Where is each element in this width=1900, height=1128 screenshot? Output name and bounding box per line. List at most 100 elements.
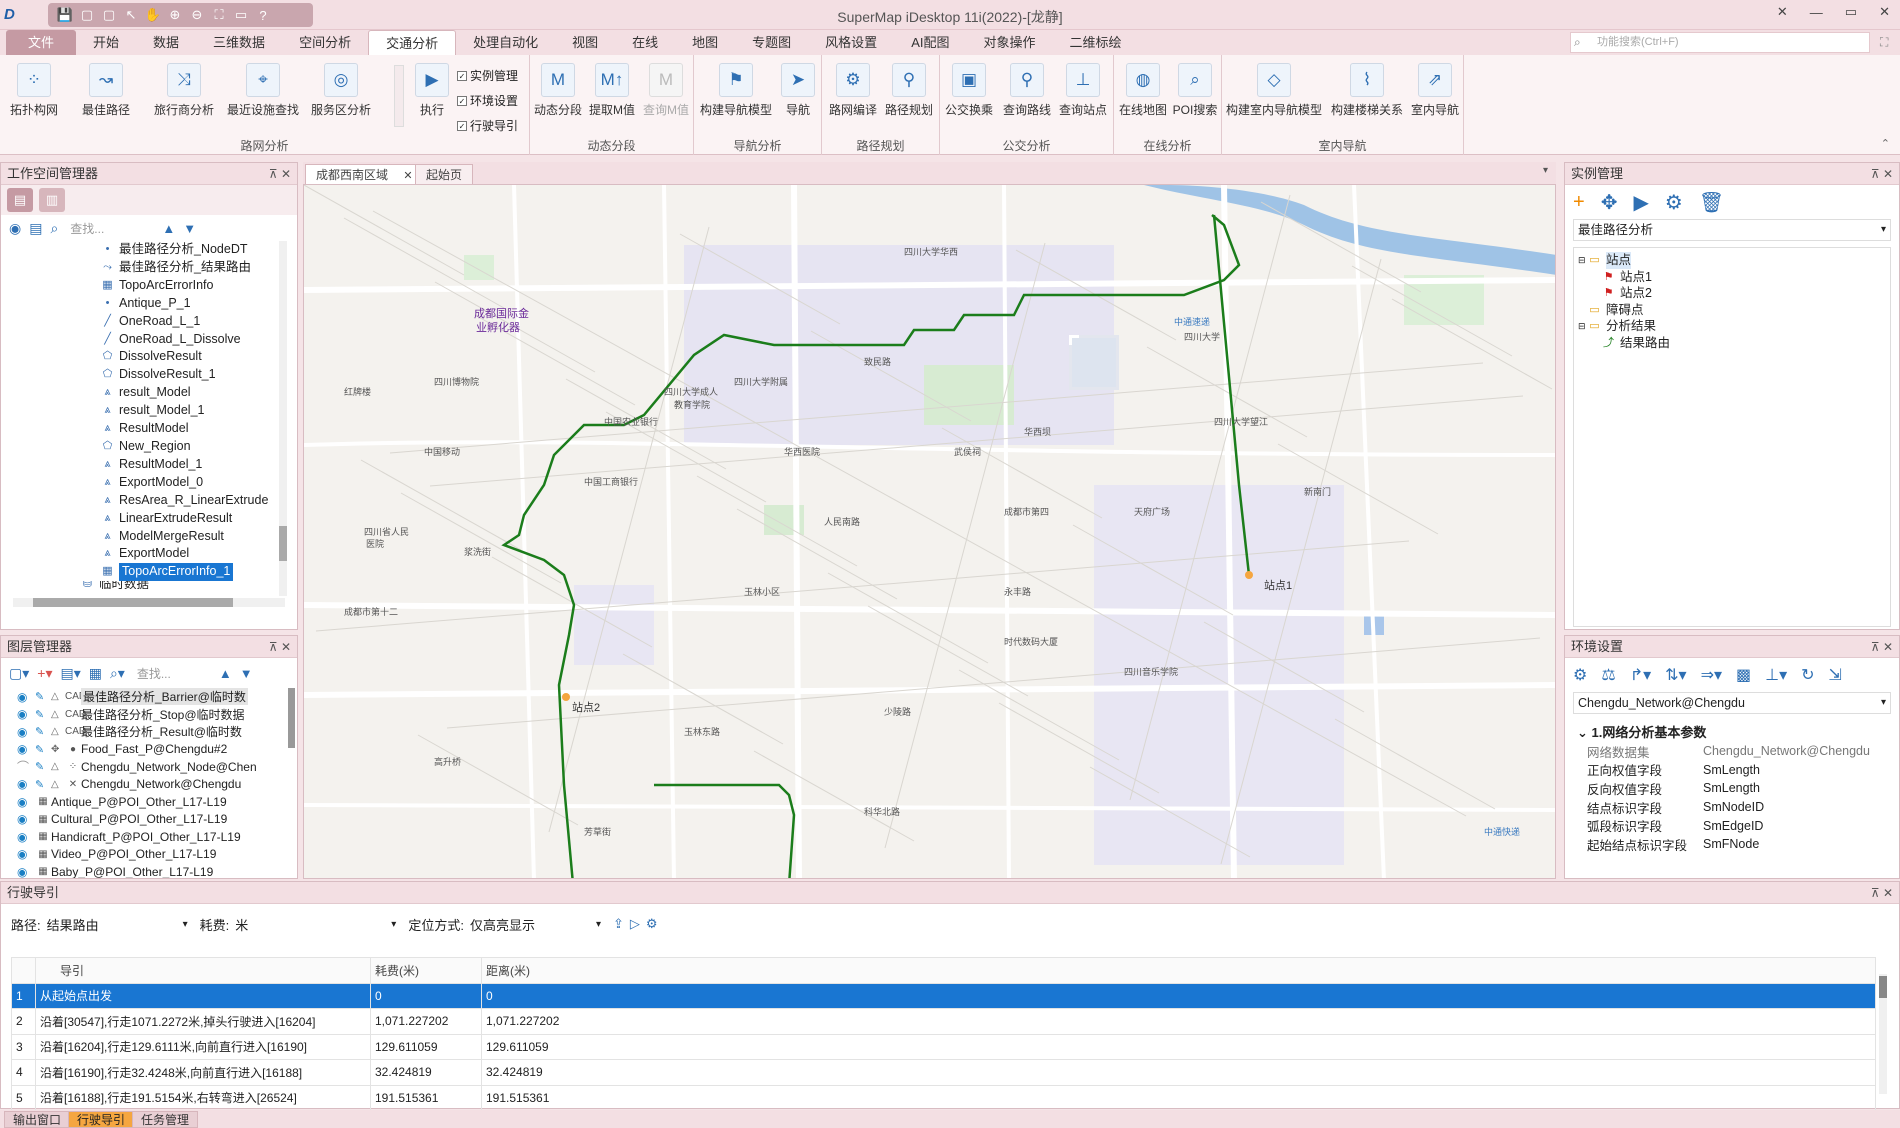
tree-item-barriers[interactable]: ▭ 障碍点	[1578, 302, 1890, 319]
delete-icon[interactable]: 🗑	[1699, 190, 1724, 215]
layer-row[interactable]: ⌒ ✎ △ ⁘ Chengdu_Network_Node@Chen	[1, 758, 297, 776]
add-icon[interactable]: +	[1573, 191, 1585, 214]
menu-style[interactable]: 风格设置	[808, 30, 894, 55]
run-icon[interactable]: ▶	[1633, 190, 1648, 215]
query-stop-button[interactable]: ⊥ 查询站点	[1056, 63, 1110, 118]
visible-eye-icon[interactable]: ◉	[17, 795, 35, 809]
extract-m-button[interactable]: M↑ 提取M值	[586, 63, 638, 118]
tsp-button[interactable]: ⤨ 旅行商分析	[150, 63, 218, 118]
tree-item-stop2[interactable]: ⚑ 站点2	[1578, 285, 1890, 302]
network-combo[interactable]: Chengdu_Network@Chengdu ▾	[1573, 692, 1891, 714]
grid-icon[interactable]: ▩	[1736, 665, 1751, 685]
tree-item[interactable]: ▦ TopoArcErrorInfo	[101, 277, 297, 295]
tree-item[interactable]: ⩓ LinearExtrudeResult	[101, 510, 297, 528]
dynamic-segment-button[interactable]: M 动态分段	[532, 63, 584, 118]
property-row[interactable]: 网络数据集 Chengdu_Network@Chengdu	[1565, 742, 1899, 761]
panel-close-icon[interactable]: ⊼ ✕	[1871, 882, 1893, 904]
menu-online[interactable]: 在线	[615, 30, 675, 55]
build-stairs-button[interactable]: ⌇ 构建楼梯关系	[1326, 63, 1408, 118]
build-nav-model-button[interactable]: ⚑ 构建导航模型	[696, 63, 776, 118]
tree-item-results[interactable]: ⊟ ▭ 分析结果	[1578, 318, 1890, 335]
poi-search-button[interactable]: ⌕ POI搜索	[1172, 63, 1218, 118]
stop-marker[interactable]	[562, 693, 570, 701]
execute-button[interactable]: ▶ 执行	[412, 63, 452, 118]
layer-row[interactable]: ◉ ▦ Video_P@POI_Other_L17-L19	[1, 846, 297, 864]
visible-eye-icon[interactable]: ◉	[17, 707, 35, 721]
panel-close-icon[interactable]: ⊼ ✕	[1871, 163, 1893, 185]
layer-row[interactable]: ◉ ▦ Cultural_P@POI_Other_L17-L19	[1, 811, 297, 829]
editable-icon[interactable]: ✎	[35, 708, 51, 721]
menu-3d-data[interactable]: 三维数据	[196, 30, 282, 55]
query-m-button[interactable]: M 查询M值	[640, 63, 692, 118]
settings-icon[interactable]: ⚙	[1665, 190, 1683, 215]
visible-eye-icon[interactable]: ◉	[17, 847, 35, 861]
tab-driving-guide[interactable]: 行驶导引	[68, 1111, 135, 1128]
close-icon[interactable]: ✕	[1879, 4, 1890, 20]
weight-icon[interactable]: ⚖	[1601, 665, 1615, 685]
property-row[interactable]: 起始结点标识字段 SmFNode	[1565, 835, 1899, 854]
tree-item[interactable]: ⬠ New_Region	[101, 438, 297, 456]
minimize-icon[interactable]: —	[1810, 5, 1823, 20]
menu-start[interactable]: 开始	[76, 30, 136, 55]
add-layer-icon[interactable]: +▾	[37, 665, 52, 682]
layer-row[interactable]: ◉ ✎ ✥ ● Food_Fast_P@Chengdu#2	[1, 741, 297, 759]
tab-chengdu-southwest[interactable]: 成都西南区域 ✕	[305, 164, 424, 184]
instance-manage-checkbox[interactable]: ✓ 实例管理	[457, 67, 518, 84]
layer-row[interactable]: ◉ ▦ Antique_P@POI_Other_L17-L19	[1, 793, 297, 811]
layer-row[interactable]: ◉ ✎ △ CAD 最佳路径分析_Barrier@临时数	[1, 688, 297, 706]
snap-icon[interactable]: △	[51, 779, 65, 790]
snap-icon[interactable]: △	[51, 761, 65, 772]
menu-map[interactable]: 地图	[675, 30, 735, 55]
layer-row[interactable]: ◉ ✎ △ ✕ Chengdu_Network@Chengdu	[1, 776, 297, 794]
snap-icon[interactable]: △	[51, 726, 65, 737]
collapse-ribbon-icon[interactable]: ⌃	[1881, 137, 1890, 150]
find-icon[interactable]: ⌕▾	[110, 665, 125, 682]
layer-row[interactable]: ◉ ✎ △ CAD 最佳路径分析_Result@临时数	[1, 723, 297, 741]
panel-close-icon[interactable]: ⊼ ✕	[269, 636, 291, 658]
flow-icon[interactable]: ⇒▾	[1701, 665, 1722, 685]
column-header[interactable]: 导引	[35, 957, 371, 984]
workspace-search-input[interactable]: 查找...	[70, 220, 104, 237]
online-map-button[interactable]: ◍ 在线地图	[1116, 63, 1170, 118]
tree-item[interactable]: ╱ OneRoad_L_Dissolve	[101, 331, 297, 349]
property-row[interactable]: 结点标识字段 SmNodeID	[1565, 798, 1899, 817]
tree-item[interactable]: ⩓ ResultModel	[101, 420, 297, 438]
layer-table-icon[interactable]: ▦	[89, 665, 102, 682]
bus-transfer-button[interactable]: ▣ 公交换乘	[942, 63, 996, 118]
tree-item-result-route[interactable]: ⤴ 结果路由	[1578, 335, 1890, 352]
build-indoor-model-button[interactable]: ◇ 构建室内导航模型	[1224, 63, 1324, 118]
tree-item[interactable]: ⩓ ExportModel_0	[101, 474, 297, 492]
map-canvas[interactable]	[304, 185, 1556, 879]
tree-item[interactable]: ⛁ 临时数据	[81, 581, 297, 589]
table-row[interactable]: 2 沿着[30547],行走1071.2272米,掉头行驶进入[16204] 1,0…	[11, 1008, 1876, 1035]
guide-scrollbar[interactable]	[1879, 974, 1887, 1094]
indoor-nav-button[interactable]: ⇗ 室内导航	[1408, 63, 1462, 118]
menu-file[interactable]: 文件	[6, 30, 77, 55]
tree-item[interactable]: • Antique_P_1	[101, 295, 297, 313]
editable-icon[interactable]: ✎	[35, 690, 51, 703]
snap-icon[interactable]: ✥	[51, 744, 65, 755]
refresh-icon[interactable]: ↻	[1801, 665, 1814, 685]
editable-icon[interactable]: ✎	[35, 760, 51, 773]
tree-item-selected[interactable]: ▦ TopoArcErrorInfo_1	[101, 563, 297, 582]
layer-search-input[interactable]: 查找...	[137, 665, 171, 682]
network-compile-button[interactable]: ⚙ 路网编译	[826, 63, 880, 118]
cost-select[interactable]: 米	[235, 915, 385, 934]
layer-row[interactable]: ◉ ✎ △ CAD 最佳路径分析_Stop@临时数据	[1, 706, 297, 724]
service-area-button[interactable]: ◎ 服务区分析	[308, 63, 374, 118]
route-plan-button[interactable]: ⚲ 路径规划	[882, 63, 936, 118]
tree-item[interactable]: ⩓ ExportModel	[101, 545, 297, 563]
up-arrow-icon[interactable]: ▲	[162, 221, 175, 236]
menu-data[interactable]: 数据	[136, 30, 196, 55]
layer-group-icon[interactable]: ▤▾	[60, 665, 80, 682]
tree-hscrollbar[interactable]	[13, 598, 285, 607]
export-icon[interactable]: ⇲	[1829, 665, 1842, 685]
layer-row[interactable]: ◉ ▦ Baby_P@POI_Other_L17-L19	[1, 863, 297, 878]
visible-eye-icon[interactable]: ◉	[17, 865, 35, 878]
column-header[interactable]: 耗费(米)	[370, 957, 482, 984]
tab-start-page[interactable]: 起始页	[415, 164, 474, 184]
best-path-button[interactable]: ↝ 最佳路径	[76, 63, 136, 118]
menu-object-ops[interactable]: 对象操作	[966, 30, 1052, 55]
path-select[interactable]: 结果路由	[47, 915, 177, 934]
env-settings-checkbox[interactable]: ✓ 环境设置	[457, 92, 518, 109]
